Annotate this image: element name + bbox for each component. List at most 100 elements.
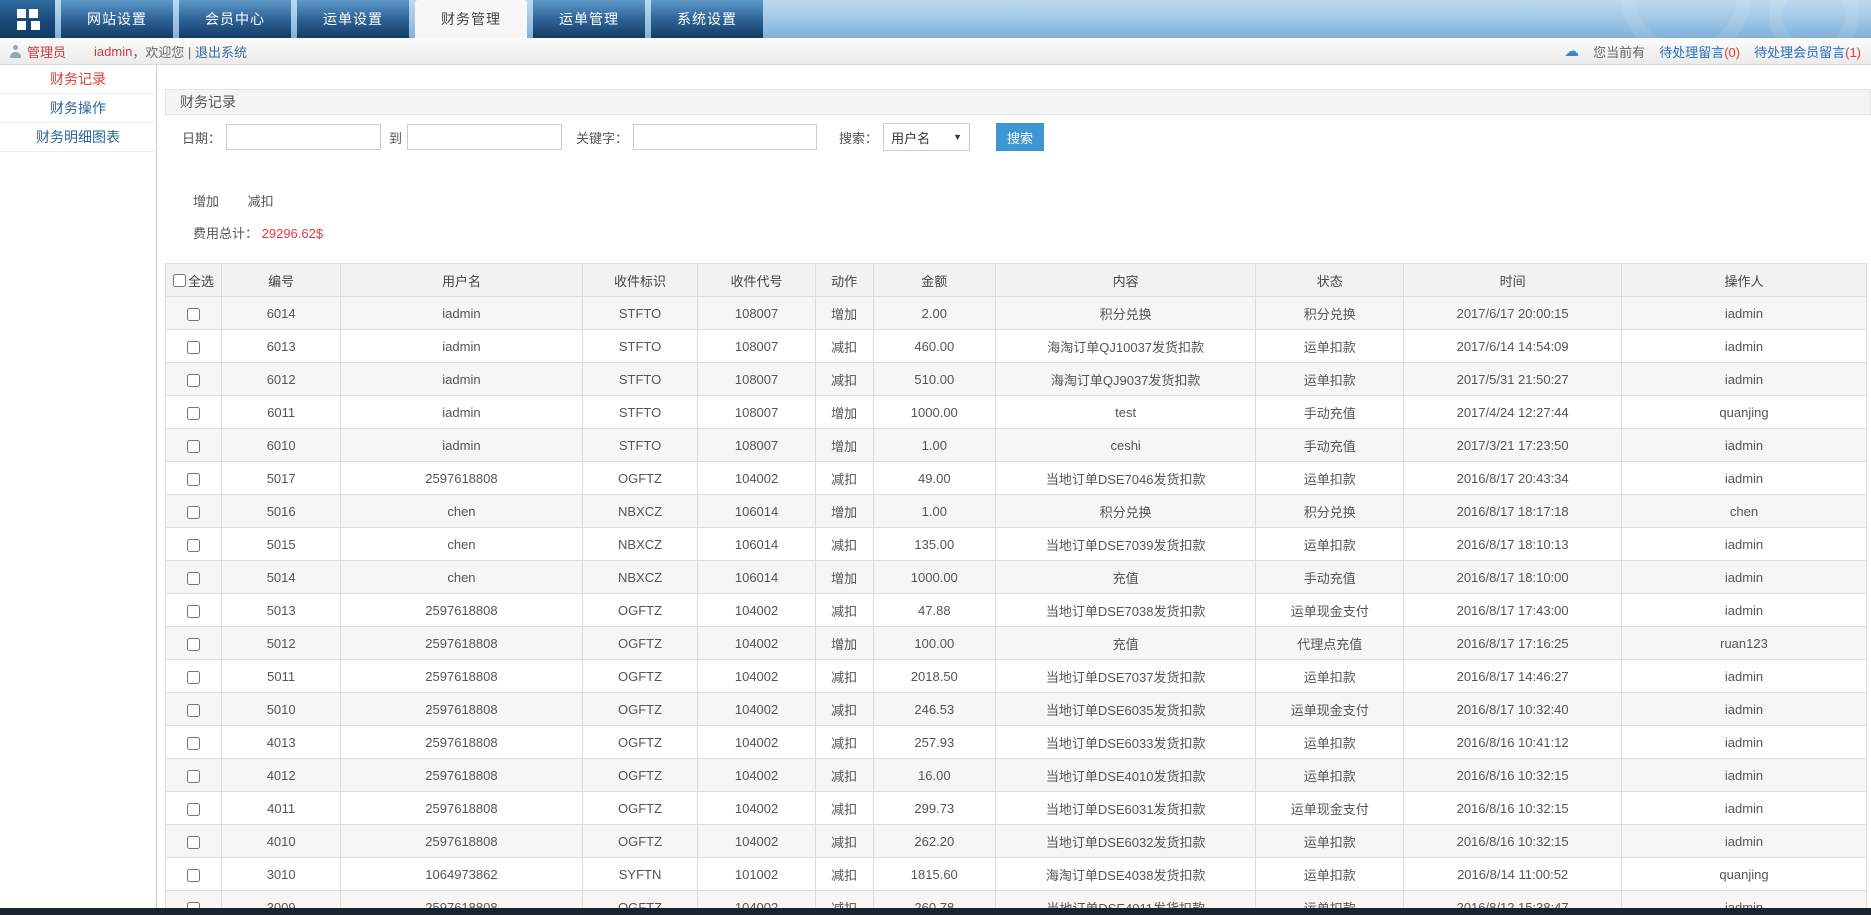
apps-menu-button[interactable] — [0, 0, 55, 38]
table-cell: 1000.00 — [873, 561, 995, 594]
table-cell: 2.00 — [873, 297, 995, 330]
deduct-link[interactable]: 减扣 — [248, 194, 274, 209]
row-checkbox[interactable] — [187, 539, 200, 552]
table-cell: 当地订单DSE6035发货扣款 — [996, 693, 1256, 726]
row-checkbox[interactable] — [187, 671, 200, 684]
table-cell: 积分兑换 — [996, 495, 1256, 528]
table-cell: OGFTZ — [582, 759, 698, 792]
row-checkbox[interactable] — [187, 638, 200, 651]
user-icon — [10, 45, 21, 58]
table-header-cell: 时间 — [1404, 264, 1622, 297]
row-checkbox[interactable] — [187, 836, 200, 849]
table-cell: 104002 — [698, 693, 815, 726]
table-row: 5015chenNBXCZ106014减扣135.00当地订单DSE7039发货… — [166, 528, 1867, 561]
table-cell: chen — [341, 495, 583, 528]
table-cell: 手动充值 — [1256, 429, 1404, 462]
row-checkbox[interactable] — [187, 374, 200, 387]
table-cell: 减扣 — [815, 660, 873, 693]
table-cell: chen — [1621, 495, 1866, 528]
table-cell: 2016/8/17 10:32:40 — [1404, 693, 1622, 726]
table-cell: 104002 — [698, 726, 815, 759]
table-cell: 5015 — [222, 528, 341, 561]
table-cell: test — [996, 396, 1256, 429]
table-cell: 108007 — [698, 297, 815, 330]
table-cell: 262.20 — [873, 825, 995, 858]
nav-tab[interactable]: 运单设置 — [297, 0, 409, 38]
table-header-row: 全选 编号用户名收件标识收件代号动作金额内容状态时间操作人 — [166, 264, 1867, 297]
table-cell: 2016/8/17 18:10:13 — [1404, 528, 1622, 561]
table-cell: 当地订单DSE7037发货扣款 — [996, 660, 1256, 693]
table-cell: 海淘订单DSE4038发货扣款 — [996, 858, 1256, 891]
table-cell: 增加 — [815, 429, 873, 462]
row-checkbox[interactable] — [187, 506, 200, 519]
date-to-input[interactable] — [407, 124, 562, 150]
row-checkbox[interactable] — [187, 770, 200, 783]
row-checkbox[interactable] — [187, 341, 200, 354]
row-checkbox[interactable] — [187, 803, 200, 816]
table-cell: 运单扣款 — [1256, 528, 1404, 561]
row-checkbox[interactable] — [187, 704, 200, 717]
table-cell: OGFTZ — [582, 660, 698, 693]
table-header-cell: 内容 — [996, 264, 1256, 297]
table-cell: 101002 — [698, 858, 815, 891]
table-cell: 积分兑换 — [1256, 297, 1404, 330]
sidebar-item[interactable]: 财务操作 — [0, 94, 156, 123]
add-link[interactable]: 增加 — [193, 194, 219, 209]
cloud-icon: ☁ — [1564, 44, 1579, 59]
table-cell: 5017 — [222, 462, 341, 495]
table-cell: 2016/8/16 10:32:15 — [1404, 759, 1622, 792]
sidebar-item[interactable]: 财务记录 — [0, 65, 156, 94]
table-cell: 当地订单DSE6033发货扣款 — [996, 726, 1256, 759]
table-cell: 代理点充值 — [1256, 627, 1404, 660]
row-checkbox[interactable] — [187, 572, 200, 585]
table-cell: iadmin — [1621, 594, 1866, 627]
table-cell: STFTO — [582, 330, 698, 363]
logout-link[interactable]: 退出系统 — [195, 42, 247, 61]
table-cell: 运单扣款 — [1256, 858, 1404, 891]
row-checkbox[interactable] — [187, 869, 200, 882]
row-checkbox[interactable] — [187, 308, 200, 321]
row-checkbox[interactable] — [187, 605, 200, 618]
nav-tab[interactable]: 财务管理 — [415, 0, 527, 38]
table-row: 6010iadminSTFTO108007增加1.00ceshi手动充值2017… — [166, 429, 1867, 462]
table-cell: OGFTZ — [582, 726, 698, 759]
date-from-input[interactable] — [226, 124, 381, 150]
table-cell: 手动充值 — [1256, 561, 1404, 594]
row-checkbox[interactable] — [187, 440, 200, 453]
pending-member-messages-count: (1) — [1845, 45, 1861, 60]
row-select-cell — [166, 297, 222, 330]
search-button[interactable]: 搜索 — [996, 123, 1044, 151]
table-row: 50132597618808OGFTZ104002减扣47.88当地订单DSE7… — [166, 594, 1867, 627]
table-cell: 16.00 — [873, 759, 995, 792]
table-cell: 2016/8/17 18:10:00 — [1404, 561, 1622, 594]
table-cell: 104002 — [698, 462, 815, 495]
nav-tab[interactable]: 网站设置 — [61, 0, 173, 38]
table-cell: 106014 — [698, 528, 815, 561]
table-cell: 增加 — [815, 495, 873, 528]
search-type-select[interactable]: 用户名 ▼ — [883, 123, 970, 151]
table-cell: 手动充值 — [1256, 396, 1404, 429]
select-all-cell: 全选 — [166, 264, 222, 297]
sidebar-item[interactable]: 财务明细图表 — [0, 123, 156, 152]
table-cell: 充值 — [996, 627, 1256, 660]
table-cell: iadmin — [1621, 759, 1866, 792]
pending-messages-link[interactable]: 待处理留言 — [1659, 45, 1724, 60]
row-checkbox[interactable] — [187, 473, 200, 486]
table-cell: 2597618808 — [341, 627, 583, 660]
row-select-cell — [166, 759, 222, 792]
table-cell: 2597618808 — [341, 759, 583, 792]
row-checkbox[interactable] — [187, 737, 200, 750]
row-checkbox[interactable] — [187, 407, 200, 420]
table-cell: 当地订单DSE7039发货扣款 — [996, 528, 1256, 561]
nav-tab[interactable]: 会员中心 — [179, 0, 291, 38]
table-cell: 减扣 — [815, 528, 873, 561]
nav-tab[interactable]: 系统设置 — [651, 0, 763, 38]
table-cell: iadmin — [1621, 297, 1866, 330]
action-links: 增加 减扣 — [165, 191, 1871, 209]
select-all-checkbox[interactable] — [173, 274, 186, 287]
pending-member-messages-link[interactable]: 待处理会员留言 — [1754, 45, 1845, 60]
table-cell: iadmin — [1621, 792, 1866, 825]
nav-tab[interactable]: 运单管理 — [533, 0, 645, 38]
table-cell: 299.73 — [873, 792, 995, 825]
keyword-input[interactable] — [633, 124, 817, 150]
